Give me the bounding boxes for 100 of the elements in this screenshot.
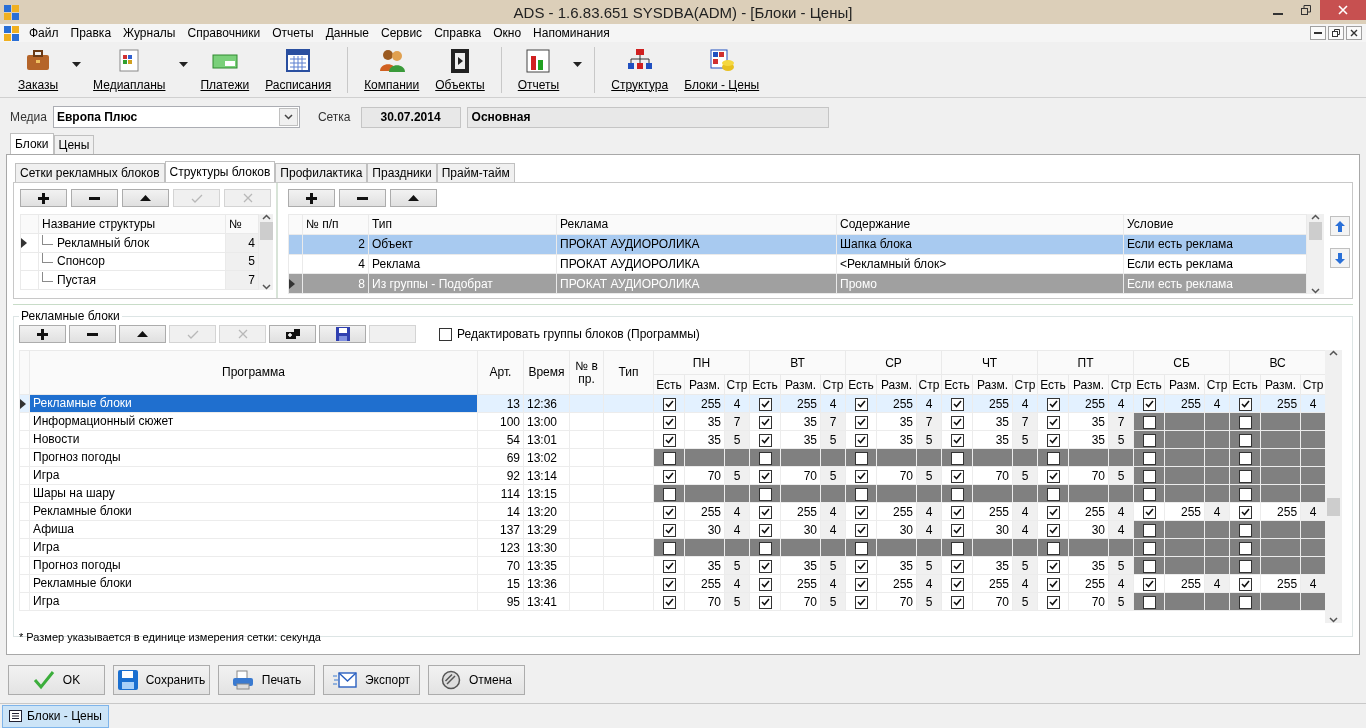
menu-item[interactable]: Данные: [319, 26, 376, 40]
column-header[interactable]: Арт.: [477, 350, 524, 395]
tree-item[interactable]: Пустая: [57, 273, 97, 288]
move-down-button[interactable]: [1330, 248, 1350, 268]
toolbar-button[interactable]: Медиапланы: [85, 44, 193, 95]
toolbar-button[interactable]: Компании: [356, 44, 428, 95]
checkbox[interactable]: [950, 433, 964, 447]
scrollbar[interactable]: [1307, 214, 1324, 294]
checkbox[interactable]: [1046, 541, 1060, 555]
toolbar-button[interactable]: Расписания: [257, 44, 340, 95]
toolbar-button[interactable]: [319, 325, 366, 343]
column-header[interactable]: Реклама: [556, 214, 837, 235]
toolbar-button[interactable]: Блоки - Цены: [676, 44, 768, 95]
checkbox[interactable]: [854, 433, 868, 447]
column-header[interactable]: Программа: [29, 350, 478, 395]
checkbox[interactable]: [854, 505, 868, 519]
menu-item[interactable]: Правка: [64, 26, 118, 40]
checkbox[interactable]: [950, 577, 964, 591]
close-button[interactable]: [1346, 26, 1362, 40]
checkbox[interactable]: [1238, 505, 1252, 519]
print-button[interactable]: Печать: [218, 665, 315, 695]
column-header[interactable]: Название структуры: [38, 214, 226, 234]
move-up-button[interactable]: [1330, 216, 1350, 236]
checkbox[interactable]: [1142, 505, 1156, 519]
column-header[interactable]: ПН: [653, 350, 750, 375]
toolbar-button[interactable]: [119, 325, 166, 343]
checkbox[interactable]: [1238, 577, 1252, 591]
menu-item[interactable]: Напоминания: [527, 26, 616, 40]
checkbox[interactable]: [950, 505, 964, 519]
column-header[interactable]: СР: [845, 350, 942, 375]
column-header[interactable]: ВТ: [749, 350, 846, 375]
checkbox[interactable]: [1238, 541, 1252, 555]
column-header[interactable]: ЧТ: [941, 350, 1038, 375]
media-dropdown[interactable]: Европа Плюс: [52, 106, 300, 128]
table-row[interactable]: 4 Реклама ПРОКАТ АУДИОРОЛИКА <Рекламный блок> Если есть реклама: [288, 254, 1307, 274]
toolbar-button[interactable]: [122, 189, 169, 207]
toolbar-button[interactable]: [339, 189, 386, 207]
toolbar-button[interactable]: [69, 325, 116, 343]
tab[interactable]: Профилактика: [275, 163, 368, 182]
checkbox[interactable]: [950, 415, 964, 429]
tab[interactable]: Прайм-тайм: [436, 163, 515, 182]
toolbar-button[interactable]: [269, 325, 316, 343]
checkbox[interactable]: [1142, 577, 1156, 591]
ok-button[interactable]: OK: [8, 665, 105, 695]
checkbox[interactable]: [662, 469, 676, 483]
checkbox[interactable]: [758, 415, 772, 429]
checkbox[interactable]: [854, 451, 868, 465]
scrollbar-thumb[interactable]: [1309, 222, 1322, 240]
checkbox[interactable]: [854, 595, 868, 609]
checkbox[interactable]: [1046, 469, 1060, 483]
checkbox[interactable]: [950, 541, 964, 555]
column-header[interactable]: №: [225, 214, 259, 234]
minimize-button[interactable]: [1310, 26, 1326, 40]
checkbox[interactable]: [1142, 541, 1156, 555]
checkbox[interactable]: [1142, 487, 1156, 501]
toolbar-button[interactable]: [288, 189, 335, 207]
checkbox[interactable]: [1238, 559, 1252, 573]
save-button[interactable]: Сохранить: [113, 665, 210, 695]
checkbox[interactable]: [1142, 433, 1156, 447]
menu-item[interactable]: Файл: [23, 26, 65, 40]
checkbox[interactable]: [662, 415, 676, 429]
checkbox[interactable]: [1142, 523, 1156, 537]
table-row[interactable]: 2 Объект ПРОКАТ АУДИОРОЛИКА Шапка блока Если есть реклама: [288, 234, 1307, 254]
checkbox-label[interactable]: Редактировать группы блоков (Программы): [457, 327, 700, 341]
checkbox[interactable]: [1238, 451, 1252, 465]
scrollbar[interactable]: [259, 214, 273, 290]
toolbar-button[interactable]: Заказы: [10, 44, 86, 95]
checkbox[interactable]: [1142, 559, 1156, 573]
toolbar-button[interactable]: [19, 325, 66, 343]
checkbox[interactable]: [439, 327, 452, 341]
checkbox[interactable]: [758, 577, 772, 591]
checkbox[interactable]: [662, 523, 676, 537]
checkbox[interactable]: [758, 397, 772, 411]
checkbox[interactable]: [1046, 577, 1060, 591]
menu-item[interactable]: Окно: [487, 26, 528, 40]
menu-item[interactable]: Справка: [428, 26, 488, 40]
checkbox[interactable]: [1238, 433, 1252, 447]
checkbox[interactable]: [758, 505, 772, 519]
checkbox[interactable]: [1046, 559, 1060, 573]
checkbox[interactable]: [1142, 415, 1156, 429]
menu-item[interactable]: Сервис: [375, 26, 429, 40]
checkbox[interactable]: [1046, 505, 1060, 519]
tab[interactable]: Сетки рекламных блоков: [15, 163, 165, 182]
restore-button[interactable]: [1328, 26, 1344, 40]
checkbox[interactable]: [758, 595, 772, 609]
checkbox[interactable]: [1142, 451, 1156, 465]
checkbox[interactable]: [662, 559, 676, 573]
column-header[interactable]: № п/п: [302, 214, 369, 235]
checkbox[interactable]: [950, 523, 964, 537]
checkbox[interactable]: [854, 415, 868, 429]
checkbox[interactable]: [1046, 397, 1060, 411]
checkbox[interactable]: [758, 559, 772, 573]
menu-item[interactable]: Отчеты: [266, 26, 320, 40]
scrollbar[interactable]: [1325, 350, 1342, 623]
checkbox[interactable]: [854, 487, 868, 501]
checkbox[interactable]: [662, 451, 676, 465]
checkbox[interactable]: [950, 451, 964, 465]
checkbox[interactable]: [1238, 595, 1252, 609]
checkbox[interactable]: [854, 397, 868, 411]
checkbox[interactable]: [1046, 415, 1060, 429]
